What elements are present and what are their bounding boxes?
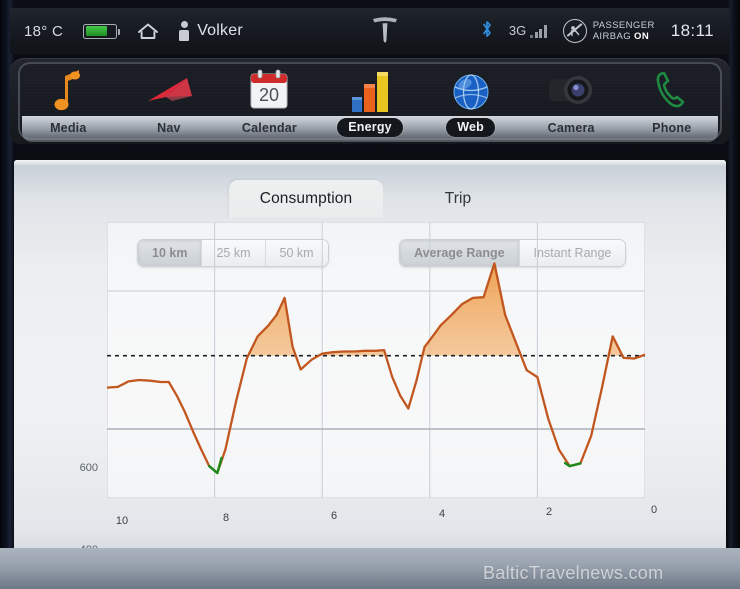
app-label-energy: Energy [337,118,403,137]
tab-consumption[interactable]: Consumption [229,180,383,218]
airbag-line-2: AIRBAG [592,31,631,42]
tab-consumption-label: Consumption [259,190,353,207]
app-web[interactable]: Web [420,62,521,140]
svg-text:20: 20 [259,85,279,105]
camera-icon [545,65,597,115]
network-status: 3G [509,24,547,38]
app-nav[interactable]: Nav [119,62,220,140]
bluetooth-icon[interactable] [481,19,493,43]
status-bar-left: 18° C Volker [10,21,354,41]
music-note-icon [48,65,88,115]
app-label-camera: Camera [547,121,595,135]
app-label-media: Media [50,121,87,135]
x-tick-4: 4 [438,508,446,520]
app-energy[interactable]: Energy [320,62,421,140]
app-media[interactable]: Media [18,62,119,140]
status-bar-center [354,14,416,49]
tab-trip[interactable]: Trip [399,180,517,218]
app-label-phone: Phone [652,121,692,135]
navigation-arrow-icon [142,65,196,115]
app-label-calendar: Calendar [241,121,297,135]
y-tick-600: 600 [79,462,98,474]
network-type-label: 3G [508,23,527,38]
bar-chart-icon [348,67,392,117]
tesla-logo [368,14,402,49]
x-tick-0: 0 [650,504,658,516]
app-camera[interactable]: Camera [521,62,622,140]
tab-bar: Consumption Trip [14,180,726,218]
airbag-status-text: PASSENGER AIRBAG ON [593,20,655,42]
app-dock: Media Nav 20 Calendar Energy Web Camera … [10,58,730,144]
consumption-chart-area: 10 km 25 km 50 km Average Range Instant … [14,218,726,580]
app-label-web: Web [446,118,495,137]
tab-trip-label: Trip [444,190,472,207]
x-tick-8: 8 [222,512,230,524]
outside-temperature: 18° C [24,22,64,40]
x-tick-6: 6 [330,510,338,522]
phone-handset-icon [653,65,691,115]
app-phone[interactable]: Phone [621,62,722,140]
app-calendar[interactable]: 20 Calendar [219,62,320,140]
airbag-state: ON [634,31,650,42]
x-tick-2: 2 [545,506,553,518]
x-tick-10: 10 [115,515,129,527]
driver-profile-name[interactable]: Volker [197,22,243,40]
signal-bars-icon [530,25,547,38]
globe-icon [450,67,492,117]
status-bar-right: 3G PASSENGER AIRBAG ON 18:11 [416,19,730,43]
panel-top-highlight [14,160,726,167]
consumption-plot [107,222,645,498]
energy-app-panel: Consumption Trip 10 km 25 km 50 km Avera… [14,160,726,580]
calendar-icon: 20 [248,65,290,115]
passenger-airbag-indicator: PASSENGER AIRBAG ON [562,19,655,43]
app-list: Media Nav 20 Calendar Energy Web Camera … [18,62,722,140]
clock: 18:11 [670,21,714,40]
airbag-line-1: PASSENGER [592,20,655,31]
tesla-touchscreen: 18° C Volker 3G PASSENGER AIRBAG ON 18:1… [0,0,740,589]
home-icon[interactable] [137,22,159,40]
battery-icon [83,23,121,39]
user-icon[interactable] [179,21,190,41]
app-label-nav: Nav [157,121,181,135]
passenger-airbag-icon [562,19,587,43]
status-bar: 18° C Volker 3G PASSENGER AIRBAG ON 18:1… [10,8,730,54]
panel-bottom-bezel [0,548,740,589]
